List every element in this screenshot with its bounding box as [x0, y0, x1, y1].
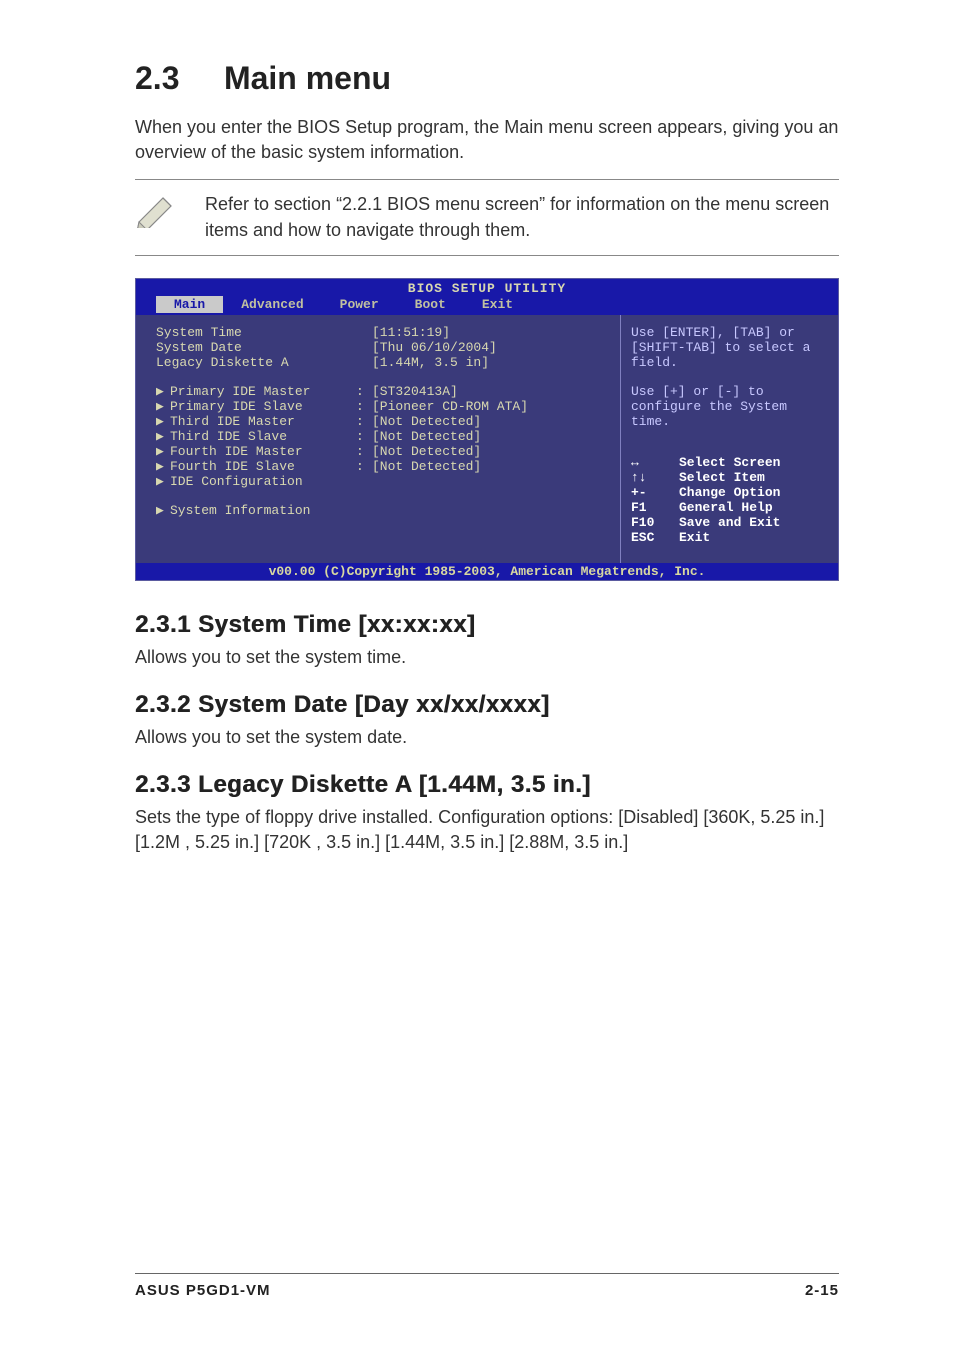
- section-title: Main menu: [224, 60, 391, 96]
- triangle-right-icon: ▶: [156, 384, 170, 399]
- bios-tab-main[interactable]: Main: [156, 296, 223, 313]
- bios-label: Third IDE Master: [170, 414, 356, 429]
- bios-tab-power[interactable]: Power: [322, 296, 397, 313]
- bios-legend-key: ↑↓: [631, 470, 679, 485]
- triangle-right-icon: ▶: [156, 474, 170, 489]
- bios-footer: v00.00 (C)Copyright 1985-2003, American …: [136, 563, 838, 580]
- bios-value: [Pioneer CD-ROM ATA]: [372, 399, 528, 414]
- intro-paragraph: When you enter the BIOS Setup program, t…: [135, 115, 839, 165]
- bios-legend-row: ↔ Select Screen: [631, 455, 828, 470]
- bios-legend: ↔ Select Screen ↑↓ Select Item +- Change…: [631, 455, 828, 545]
- bios-row-time[interactable]: System Time [11:51:19]: [156, 325, 608, 340]
- bios-value: [Thu 06/10/2004]: [372, 340, 497, 355]
- bios-legend-row: ESC Exit: [631, 530, 828, 545]
- bios-label: Primary IDE Master: [170, 384, 356, 399]
- bios-sep: :: [356, 459, 372, 474]
- bios-title: BIOS SETUP UTILITY: [136, 279, 838, 296]
- triangle-right-icon: ▶: [156, 399, 170, 414]
- triangle-right-icon: ▶: [156, 503, 170, 518]
- bios-label: System Information: [170, 503, 356, 518]
- bios-row-ide-config[interactable]: ▶ IDE Configuration: [156, 474, 608, 489]
- bios-sep: :: [356, 399, 372, 414]
- bios-label: Fourth IDE Slave: [170, 459, 356, 474]
- bios-sysinfo-group: ▶ System Information: [156, 503, 608, 518]
- bios-value: [ST320413A]: [372, 384, 458, 399]
- bios-legend-key: ↔: [631, 455, 679, 470]
- bios-legend-val: Change Option: [679, 485, 780, 500]
- bios-help-text-2: Use [+] or [-] to configure the System t…: [631, 384, 828, 429]
- bios-tab-bar: Main Advanced Power Boot Exit: [136, 296, 838, 315]
- bios-tab-boot[interactable]: Boot: [397, 296, 464, 313]
- bios-row-ide[interactable]: ▶ Fourth IDE Slave : [Not Detected]: [156, 459, 608, 474]
- bios-label: Primary IDE Slave: [170, 399, 356, 414]
- bios-legend-key: +-: [631, 485, 679, 500]
- bios-legend-row: F10 Save and Exit: [631, 515, 828, 530]
- bios-value: [Not Detected]: [372, 414, 481, 429]
- bios-value: [1.44M, 3.5 in]: [372, 355, 489, 370]
- bios-legend-val: Save and Exit: [679, 515, 780, 530]
- subtext-2-3-3: Sets the type of floppy drive installed.…: [135, 805, 839, 854]
- bios-label: Legacy Diskette A: [156, 355, 356, 370]
- triangle-right-icon: ▶: [156, 414, 170, 429]
- bios-sep: :: [356, 429, 372, 444]
- bios-value: [Not Detected]: [372, 429, 481, 444]
- bios-legend-key: F10: [631, 515, 679, 530]
- bios-sep: [356, 325, 372, 340]
- section-number: 2.3: [135, 60, 179, 96]
- bios-label: Fourth IDE Master: [170, 444, 356, 459]
- bios-tab-exit[interactable]: Exit: [464, 296, 531, 313]
- footer-page-number: 2-15: [805, 1282, 839, 1299]
- subheading-2-3-3: 2.3.3 Legacy Diskette A [1.44M, 3.5 in.]: [135, 771, 839, 799]
- bios-label: Third IDE Slave: [170, 429, 356, 444]
- bios-sep: :: [356, 444, 372, 459]
- bios-row-sysinfo[interactable]: ▶ System Information: [156, 503, 608, 518]
- subheading-2-3-2: 2.3.2 System Date [Day xx/xx/xxxx]: [135, 691, 839, 719]
- bios-legend-row: F1 General Help: [631, 500, 828, 515]
- triangle-right-icon: ▶: [156, 444, 170, 459]
- bios-legend-val: Select Item: [679, 470, 765, 485]
- bios-sep: [356, 355, 372, 370]
- bios-label: System Date: [156, 340, 356, 355]
- bios-row-date[interactable]: System Date [Thu 06/10/2004]: [156, 340, 608, 355]
- bios-value: [Not Detected]: [372, 444, 481, 459]
- bios-ide-group: ▶ Primary IDE Master : [ST320413A] ▶ Pri…: [156, 384, 608, 489]
- bios-label: System Time: [156, 325, 356, 340]
- bios-row-ide[interactable]: ▶ Third IDE Slave : [Not Detected]: [156, 429, 608, 444]
- bios-help-text-1: Use [ENTER], [TAB] or [SHIFT-TAB] to sel…: [631, 325, 828, 370]
- bios-sep: :: [356, 414, 372, 429]
- bios-screenshot: BIOS SETUP UTILITY Main Advanced Power B…: [135, 278, 839, 581]
- bios-legend-key: F1: [631, 500, 679, 515]
- bios-legend-row: ↑↓ Select Item: [631, 470, 828, 485]
- triangle-right-icon: ▶: [156, 459, 170, 474]
- pencil-note-icon: [135, 192, 179, 228]
- bios-row-ide[interactable]: ▶ Primary IDE Master : [ST320413A]: [156, 384, 608, 399]
- note-block: Refer to section “2.2.1 BIOS menu screen…: [135, 179, 839, 255]
- bios-label: IDE Configuration: [170, 474, 356, 489]
- note-text: Refer to section “2.2.1 BIOS menu screen…: [205, 192, 839, 242]
- bios-value: [Not Detected]: [372, 459, 481, 474]
- bios-legend-val: General Help: [679, 500, 773, 515]
- bios-sep: [356, 340, 372, 355]
- page-footer: ASUS P5GD1-VM 2-15: [135, 1273, 839, 1299]
- footer-product: ASUS P5GD1-VM: [135, 1282, 271, 1299]
- bios-right-panel: Use [ENTER], [TAB] or [SHIFT-TAB] to sel…: [620, 315, 838, 563]
- bios-row-ide[interactable]: ▶ Third IDE Master : [Not Detected]: [156, 414, 608, 429]
- bios-legend-val: Exit: [679, 530, 710, 545]
- triangle-right-icon: ▶: [156, 429, 170, 444]
- bios-row-diskette[interactable]: Legacy Diskette A [1.44M, 3.5 in]: [156, 355, 608, 370]
- subheading-2-3-1: 2.3.1 System Time [xx:xx:xx]: [135, 611, 839, 639]
- bios-legend-val: Select Screen: [679, 455, 780, 470]
- bios-row-ide[interactable]: ▶ Primary IDE Slave : [Pioneer CD-ROM AT…: [156, 399, 608, 414]
- subtext-2-3-2: Allows you to set the system date.: [135, 725, 839, 749]
- bios-row-ide[interactable]: ▶ Fourth IDE Master : [Not Detected]: [156, 444, 608, 459]
- bios-body: System Time [11:51:19] System Date [Thu …: [136, 315, 838, 563]
- bios-legend-key: ESC: [631, 530, 679, 545]
- bios-tab-advanced[interactable]: Advanced: [223, 296, 321, 313]
- bios-value: [11:51:19]: [372, 325, 450, 340]
- bios-left-panel: System Time [11:51:19] System Date [Thu …: [136, 315, 620, 563]
- subtext-2-3-1: Allows you to set the system time.: [135, 645, 839, 669]
- section-heading: 2.3 Main menu: [135, 60, 839, 97]
- bios-sep: :: [356, 384, 372, 399]
- bios-legend-row: +- Change Option: [631, 485, 828, 500]
